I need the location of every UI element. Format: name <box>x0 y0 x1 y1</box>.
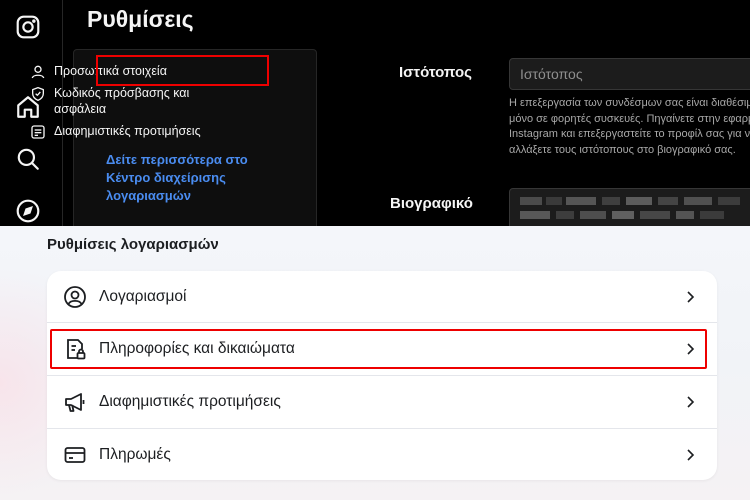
row-label: Πληρωμές <box>99 446 171 463</box>
help-line: Instagram και επεξεργαστείτε το προφίλ σ… <box>509 128 750 140</box>
account-settings-card: Λογαριασμοί Πληροφορίες και δικαιώματα Δ… <box>47 271 717 480</box>
accounts-center-link[interactable]: Δείτε περισσότερα στο Κέντρο διαχείρισης… <box>106 151 276 205</box>
row-accounts[interactable]: Λογαριασμοί <box>47 271 717 323</box>
website-input[interactable]: Ιστότοπος <box>509 58 750 90</box>
help-line: αλλάξετε τους ιστότοπους στο βιογραφικό … <box>509 143 736 156</box>
ad-preferences-icon <box>31 125 45 139</box>
help-line: Η επεξεργασία των συνδέσμων σας είναι δι… <box>509 97 750 109</box>
help-line: μόνο σε φορητές συσκευές. Πηγαίνετε στην… <box>509 112 750 125</box>
account-circle-icon <box>64 286 86 308</box>
menu-item-password-security[interactable]: Κωδικός πρόσβασης και ασφάλεια <box>30 85 210 117</box>
search-icon[interactable] <box>15 146 41 172</box>
chevron-right-icon <box>687 291 695 303</box>
shield-icon <box>31 87 44 101</box>
section-title: Ρυθμίσεις λογαριασμών <box>47 236 219 253</box>
bio-label: Βιογραφικό <box>390 195 473 212</box>
row-label: Διαφημιστικές προτιμήσεις <box>99 393 281 410</box>
person-icon <box>31 65 45 79</box>
credit-card-icon <box>64 447 86 463</box>
bio-textarea-blurred[interactable] <box>509 188 750 226</box>
row-payments[interactable]: Πληρωμές <box>47 429 717 481</box>
highlight-box-information-permissions <box>50 329 707 369</box>
explore-compass-icon[interactable] <box>15 198 41 224</box>
instagram-settings-panel: Ρυθμίσεις Προσωπικά στοιχεία Κωδικός πρό… <box>0 0 750 226</box>
website-help-text: Η επεξεργασία των συνδέσμων σας είναι δι… <box>509 96 750 158</box>
highlight-box-personal-info <box>96 55 269 86</box>
website-label: Ιστότοπος <box>399 64 472 81</box>
menu-item-ad-preferences[interactable]: Διαφημιστικές προτιμήσεις <box>30 123 201 140</box>
instagram-logo-icon[interactable] <box>15 14 41 40</box>
row-ad-preferences[interactable]: Διαφημιστικές προτιμήσεις <box>47 376 717 428</box>
menu-item-label: Κωδικός πρόσβασης και ασφάλεια <box>54 86 190 116</box>
menu-item-label: Διαφημιστικές προτιμήσεις <box>54 124 201 138</box>
megaphone-icon <box>65 393 85 412</box>
page-title: Ρυθμίσεις <box>87 6 194 32</box>
chevron-right-icon <box>687 449 695 461</box>
row-label: Λογαριασμοί <box>99 288 187 305</box>
chevron-right-icon <box>687 396 695 408</box>
